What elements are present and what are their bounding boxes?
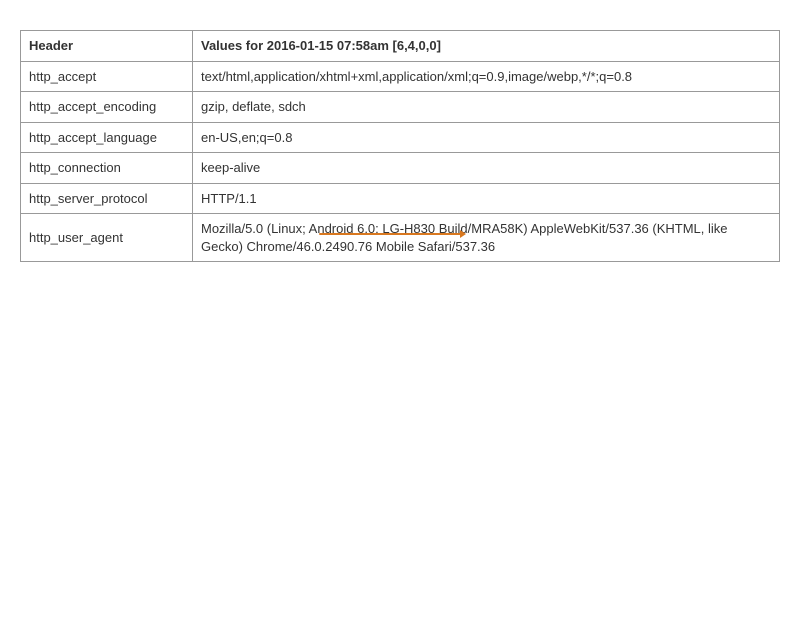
table-row: http_server_protocol HTTP/1.1 — [21, 183, 780, 214]
row-value-user-agent: Mozilla/5.0 (Linux; Android 6.0; LG-H830… — [193, 214, 780, 262]
row-name: http_accept — [21, 61, 193, 92]
row-value: gzip, deflate, sdch — [193, 92, 780, 123]
table-header-row: Header Values for 2016-01-15 07:58am [6,… — [21, 31, 780, 62]
row-value: HTTP/1.1 — [193, 183, 780, 214]
table-row: http_accept_encoding gzip, deflate, sdch — [21, 92, 780, 123]
row-name: http_accept_language — [21, 122, 193, 153]
table-row: http_connection keep-alive — [21, 153, 780, 184]
headers-table-container: Header Values for 2016-01-15 07:58am [6,… — [20, 30, 780, 262]
row-value: keep-alive — [193, 153, 780, 184]
row-name: http_server_protocol — [21, 183, 193, 214]
row-name: http_connection — [21, 153, 193, 184]
table-row: http_user_agent Mozilla/5.0 (Linux; Andr… — [21, 214, 780, 262]
col-header-values: Values for 2016-01-15 07:58am [6,4,0,0] — [193, 31, 780, 62]
row-value: text/html,application/xhtml+xml,applicat… — [193, 61, 780, 92]
underline-annotation-icon — [319, 233, 464, 235]
col-header-name: Header — [21, 31, 193, 62]
table-row: http_accept_language en-US,en;q=0.8 — [21, 122, 780, 153]
headers-table: Header Values for 2016-01-15 07:58am [6,… — [20, 30, 780, 262]
row-name: http_user_agent — [21, 214, 193, 262]
row-value: en-US,en;q=0.8 — [193, 122, 780, 153]
row-name: http_accept_encoding — [21, 92, 193, 123]
table-row: http_accept text/html,application/xhtml+… — [21, 61, 780, 92]
